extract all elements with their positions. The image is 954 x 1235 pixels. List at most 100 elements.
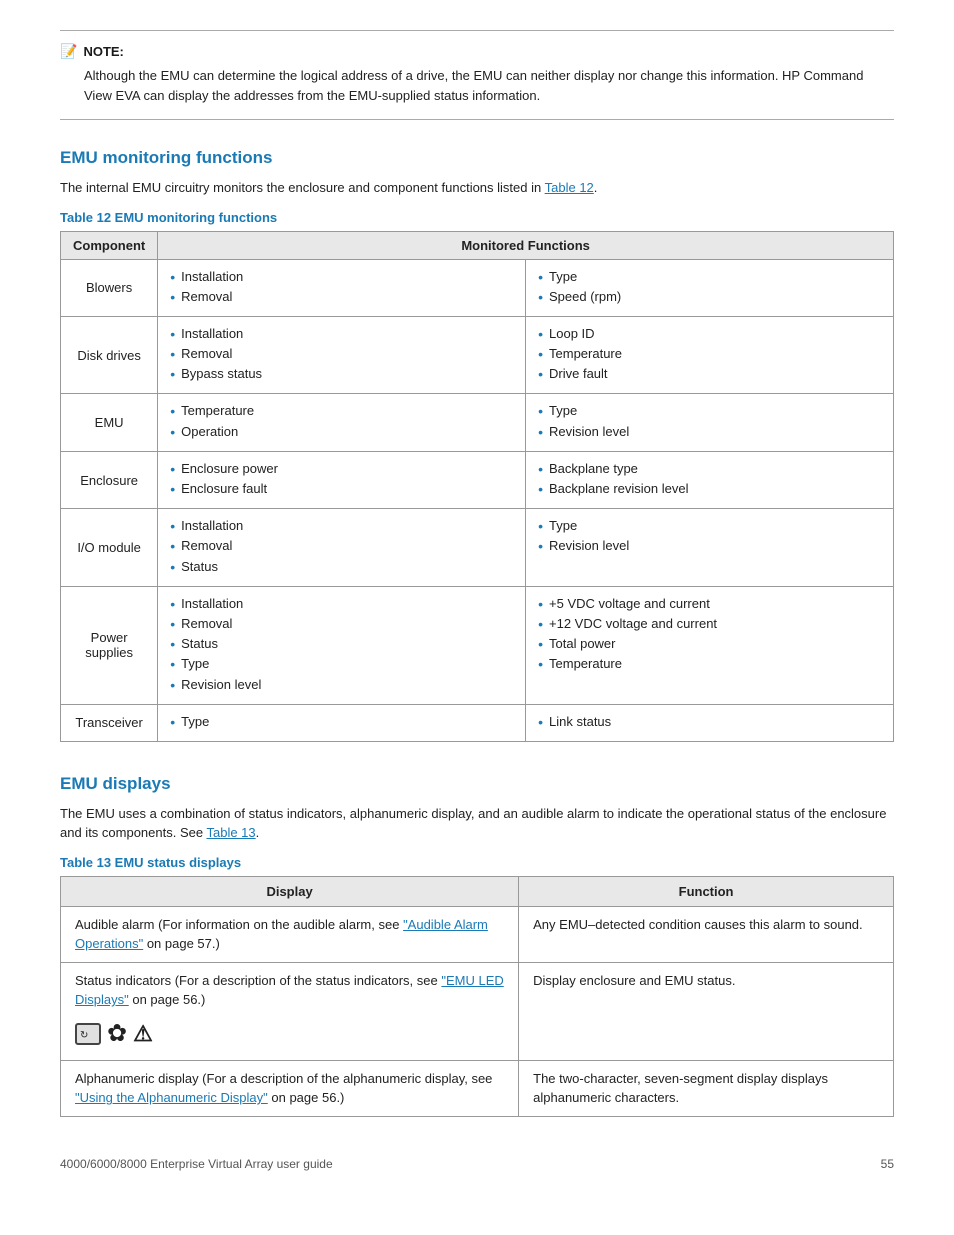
table-row: Power suppliesInstallationRemovalStatusT… [61, 586, 894, 704]
page-footer: 4000/6000/8000 Enterprise Virtual Array … [60, 1157, 894, 1171]
col-monitored: Monitored Functions [158, 231, 894, 259]
emu-displays-intro: The EMU uses a combination of status ind… [60, 804, 894, 843]
display-text-after: on page 57.) [143, 936, 220, 951]
list-item: Operation [170, 423, 513, 441]
list-item: Type [538, 402, 881, 420]
emu-monitoring-section: EMU monitoring functions The internal EM… [60, 148, 894, 742]
table-row: Alphanumeric display (For a description … [61, 1060, 894, 1116]
col-display: Display [61, 876, 519, 906]
functions-left-cell: Type [158, 704, 526, 741]
list-item: Link status [538, 713, 881, 731]
list-item: Loop ID [538, 325, 881, 343]
functions-right-cell: Type Speed (rpm) [526, 259, 894, 316]
led-icon-3: ⚠ [133, 1017, 153, 1050]
table-row: Transceiver Type Link status [61, 704, 894, 741]
note-icon: 📝 [60, 43, 77, 60]
document-title: 4000/6000/8000 Enterprise Virtual Array … [60, 1157, 333, 1171]
component-cell: Disk drives [61, 316, 158, 394]
displays-table: Display Function Audible alarm (For info… [60, 876, 894, 1117]
function-cell: Display enclosure and EMU status. [519, 962, 894, 1060]
list-item: Revision level [538, 423, 881, 441]
list-item: Installation [170, 268, 513, 286]
component-cell: Enclosure [61, 451, 158, 508]
list-item: Speed (rpm) [538, 288, 881, 306]
list-item: Revision level [538, 537, 881, 555]
list-item: +5 VDC voltage and current [538, 595, 881, 613]
table13-caption: Table 13 EMU status displays [60, 855, 894, 870]
functions-left-cell: Installation Removal Status [158, 509, 526, 587]
list-item: Temperature [538, 345, 881, 363]
display-cell: Audible alarm (For information on the au… [61, 906, 519, 962]
list-item: Backplane type [538, 460, 881, 478]
table-row: Enclosure Enclosure power Enclosure fault B… [61, 451, 894, 508]
table-row: EMU Temperature Operation Type Revision leve… [61, 394, 894, 451]
functions-left-cell: Installation Removal [158, 259, 526, 316]
page-number: 55 [881, 1157, 894, 1171]
table-row: Status indicators (For a description of … [61, 962, 894, 1060]
display-text-before: Audible alarm (For information on the au… [75, 917, 403, 932]
list-item: Removal [170, 537, 513, 555]
led-icons: ↻ ✿ ⚠ [75, 1016, 504, 1052]
list-item: Installation [170, 517, 513, 535]
list-item: Drive fault [538, 365, 881, 383]
functions-right-cell: Loop ID Temperature Drive fault [526, 316, 894, 394]
component-cell: Transceiver [61, 704, 158, 741]
note-text: Although the EMU can determine the logic… [84, 66, 894, 105]
table-row: Disk drivesInstallationRemovalBypass sta… [61, 316, 894, 394]
emu-monitoring-heading: EMU monitoring functions [60, 148, 894, 168]
list-item: Type [538, 517, 881, 535]
table-row: Audible alarm (For information on the au… [61, 906, 894, 962]
col-function: Function [519, 876, 894, 906]
functions-right-cell: Type Revision level [526, 509, 894, 587]
note-label: NOTE: [83, 44, 123, 59]
list-item: Temperature [538, 655, 881, 673]
display-link[interactable]: "Using the Alphanumeric Display" [75, 1090, 268, 1105]
intro-text-before: The internal EMU circuitry monitors the … [60, 180, 541, 195]
functions-left-cell: Enclosure power Enclosure fault [158, 451, 526, 508]
list-item: Removal [170, 288, 513, 306]
display-cell: Status indicators (For a description of … [61, 962, 519, 1060]
display-text-before: Alphanumeric display (For a description … [75, 1071, 492, 1086]
list-item: Installation [170, 595, 513, 613]
list-item: Temperature [170, 402, 513, 420]
display-text-after: on page 56.) [268, 1090, 345, 1105]
functions-right-cell: +5 VDC voltage and current +12 VDC voltag… [526, 586, 894, 704]
note-section: 📝 NOTE: Although the EMU can determine t… [60, 30, 894, 120]
display-text-before: Status indicators (For a description of … [75, 973, 441, 988]
list-item: Enclosure power [170, 460, 513, 478]
list-item: Removal [170, 615, 513, 633]
list-item: Type [170, 655, 513, 673]
functions-left-cell: InstallationRemovalStatusTypeRevision le… [158, 586, 526, 704]
component-cell: I/O module [61, 509, 158, 587]
emu-displays-section: EMU displays The EMU uses a combination … [60, 774, 894, 1117]
list-item: +12 VDC voltage and current [538, 615, 881, 633]
list-item: Revision level [170, 676, 513, 694]
component-cell: EMU [61, 394, 158, 451]
component-cell: Blowers [61, 259, 158, 316]
intro-end: . [594, 180, 598, 195]
list-item: Total power [538, 635, 881, 653]
function-cell: Any EMU–detected condition causes this a… [519, 906, 894, 962]
table13-link[interactable]: Table 13 [206, 825, 255, 840]
table-row: I/O module Installation Removal Status Type R… [61, 509, 894, 587]
emu-monitoring-intro: The internal EMU circuitry monitors the … [60, 178, 894, 198]
functions-right-cell: Link status [526, 704, 894, 741]
table12-link[interactable]: Table 12 [545, 180, 594, 195]
functions-right-cell: Backplane typeBackplane revision level [526, 451, 894, 508]
list-item: Installation [170, 325, 513, 343]
displays-intro-end: . [256, 825, 260, 840]
component-cell: Power supplies [61, 586, 158, 704]
display-text-after: on page 56.) [129, 992, 206, 1007]
note-title: 📝 NOTE: [60, 43, 894, 60]
functions-left-cell: InstallationRemovalBypass status [158, 316, 526, 394]
functions-right-cell: Type Revision level [526, 394, 894, 451]
emu-displays-heading: EMU displays [60, 774, 894, 794]
list-item: Type [538, 268, 881, 286]
led-icon-2: ✿ [107, 1016, 127, 1052]
list-item: Type [170, 713, 513, 731]
functions-left-cell: Temperature Operation [158, 394, 526, 451]
list-item: Enclosure fault [170, 480, 513, 498]
list-item: Bypass status [170, 365, 513, 383]
list-item: Status [170, 558, 513, 576]
table12-caption: Table 12 EMU monitoring functions [60, 210, 894, 225]
